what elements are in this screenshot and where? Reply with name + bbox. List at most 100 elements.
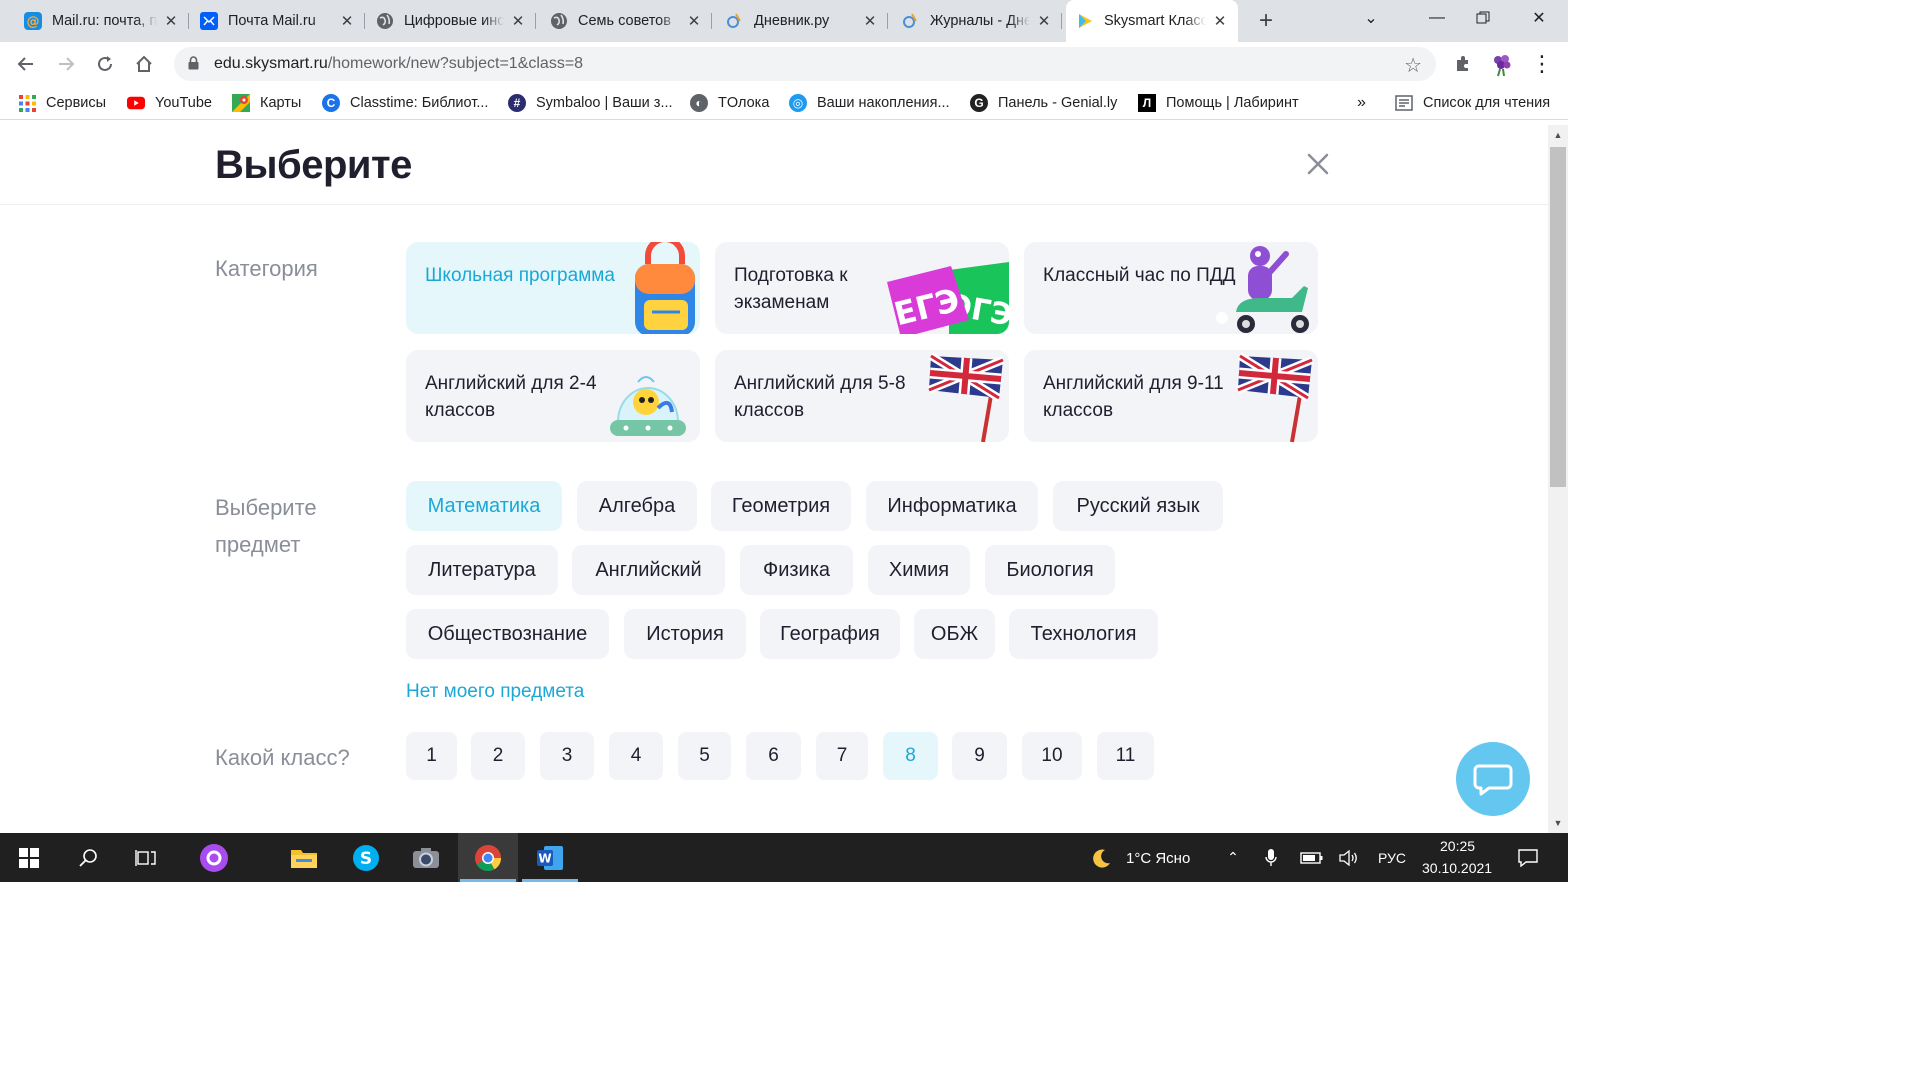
bookmark-toloka[interactable]: ◐ TОлока bbox=[690, 93, 769, 113]
reading-list-button[interactable]: Список для чтения bbox=[1395, 93, 1550, 113]
address-bar[interactable]: edu.skysmart.ru/homework/new?subject=1&c… bbox=[174, 47, 1436, 81]
reload-icon[interactable] bbox=[91, 50, 119, 78]
labirint-icon: Л bbox=[1138, 94, 1156, 112]
close-tab-icon[interactable]: ✕ bbox=[1036, 12, 1052, 30]
language-indicator[interactable]: РУС bbox=[1378, 850, 1406, 866]
page-scrollbar[interactable]: ▲ ▼ bbox=[1548, 125, 1568, 833]
browser-menu-icon[interactable]: ⋮ bbox=[1528, 50, 1556, 78]
word-taskbar-icon[interactable]: W bbox=[520, 833, 580, 882]
search-icon[interactable] bbox=[58, 833, 118, 882]
browser-tab[interactable]: Журналы - Дневник ✕ bbox=[892, 5, 1062, 37]
subject-chip-physics[interactable]: Физика bbox=[740, 545, 853, 595]
close-tab-icon[interactable]: ✕ bbox=[862, 12, 878, 30]
grade-button-8[interactable]: 8 bbox=[883, 732, 938, 780]
clock-time[interactable]: 20:25 bbox=[1440, 838, 1475, 854]
alice-assistant-icon[interactable] bbox=[184, 833, 244, 882]
file-explorer-icon[interactable] bbox=[274, 833, 334, 882]
grade-button-4[interactable]: 4 bbox=[609, 732, 663, 780]
subject-chip-social-studies[interactable]: Обществознание bbox=[406, 609, 609, 659]
grade-button-1[interactable]: 1 bbox=[406, 732, 457, 780]
grade-button-10[interactable]: 10 bbox=[1022, 732, 1082, 780]
grade-button-7[interactable]: 7 bbox=[816, 732, 868, 780]
clock-date[interactable]: 30.10.2021 bbox=[1422, 860, 1492, 876]
close-window-button[interactable]: ✕ bbox=[1516, 0, 1562, 36]
skype-icon[interactable]: S bbox=[336, 833, 396, 882]
battery-icon[interactable] bbox=[1296, 833, 1328, 882]
scroll-down-arrow-icon[interactable]: ▼ bbox=[1548, 815, 1568, 831]
grade-button-3[interactable]: 3 bbox=[540, 732, 594, 780]
browser-tab[interactable]: @ Mail.ru: почта, поиск ✕ bbox=[14, 5, 189, 37]
volume-icon[interactable] bbox=[1334, 833, 1364, 882]
grade-button-11[interactable]: 11 bbox=[1097, 732, 1154, 780]
grade-button-2[interactable]: 2 bbox=[471, 732, 525, 780]
bookmark-star-icon[interactable]: ☆ bbox=[1404, 53, 1422, 78]
bookmark-apps[interactable]: Сервисы bbox=[18, 93, 106, 113]
subject-chip-geography[interactable]: География bbox=[760, 609, 900, 659]
close-icon[interactable] bbox=[1303, 149, 1333, 179]
home-icon[interactable] bbox=[130, 50, 158, 78]
category-card-english-5-8[interactable]: Английский для 5-8 классов bbox=[715, 350, 1009, 442]
category-card-english-9-11[interactable]: Английский для 9-11 классов bbox=[1024, 350, 1318, 442]
microphone-icon[interactable] bbox=[1256, 833, 1286, 882]
lock-icon[interactable] bbox=[188, 55, 202, 73]
subject-chip-math[interactable]: Математика bbox=[406, 481, 562, 531]
bookmark-maps[interactable]: Карты bbox=[232, 93, 301, 113]
browser-tab-active[interactable]: Skysmart Класс ✕ bbox=[1066, 0, 1238, 42]
category-card-school[interactable]: Школьная программа bbox=[406, 242, 700, 334]
grade-button-5[interactable]: 5 bbox=[678, 732, 731, 780]
browser-tab[interactable]: Дневник.ру ✕ bbox=[716, 5, 888, 37]
subject-chip-chemistry[interactable]: Химия bbox=[868, 545, 970, 595]
subject-chip-biology[interactable]: Биология bbox=[985, 545, 1115, 595]
grade-button-9[interactable]: 9 bbox=[952, 732, 1007, 780]
bookmark-youtube[interactable]: YouTube bbox=[127, 93, 212, 113]
scrollbar-thumb[interactable] bbox=[1550, 147, 1566, 487]
subject-chip-literature[interactable]: Литература bbox=[406, 545, 558, 595]
back-arrow-icon[interactable] bbox=[12, 50, 40, 78]
new-tab-button[interactable]: + bbox=[1252, 8, 1280, 36]
bookmarks-overflow-button[interactable]: » bbox=[1357, 93, 1366, 113]
profile-avatar[interactable] bbox=[1488, 50, 1516, 78]
moon-weather-icon[interactable] bbox=[1086, 833, 1116, 882]
tab-search-icon[interactable]: ⌄ bbox=[1348, 0, 1394, 36]
close-tab-icon[interactable]: ✕ bbox=[1212, 12, 1228, 30]
subject-chip-obzh[interactable]: ОБЖ bbox=[914, 609, 995, 659]
bookmark-classtime[interactable]: C Classtime: Библиот... bbox=[322, 93, 488, 113]
subject-chip-algebra[interactable]: Алгебра bbox=[577, 481, 697, 531]
task-view-icon[interactable] bbox=[116, 833, 176, 882]
no-subject-link[interactable]: Нет моего предмета bbox=[406, 681, 584, 703]
chrome-taskbar-icon[interactable] bbox=[458, 833, 518, 882]
close-tab-icon[interactable]: ✕ bbox=[339, 12, 355, 30]
subject-chip-english[interactable]: Английский bbox=[572, 545, 725, 595]
close-tab-icon[interactable]: ✕ bbox=[510, 12, 526, 30]
backpack-icon bbox=[635, 242, 695, 334]
notifications-icon[interactable] bbox=[1508, 833, 1548, 882]
weather-text[interactable]: 1°C Ясно bbox=[1126, 850, 1190, 867]
restore-button[interactable] bbox=[1460, 0, 1506, 36]
bookmark-genially[interactable]: G Панель - Genial.ly bbox=[970, 93, 1117, 113]
category-card-english-2-4[interactable]: Английский для 2-4 классов bbox=[406, 350, 700, 442]
subject-chip-history[interactable]: История bbox=[624, 609, 746, 659]
browser-tab[interactable]: Семь советов ✕ bbox=[540, 5, 712, 37]
browser-tab[interactable]: Цифровые инструменты ✕ bbox=[366, 5, 536, 37]
bookmark-symbaloo[interactable]: # Symbaloo | Ваши з... bbox=[508, 93, 673, 113]
extensions-puzzle-icon[interactable] bbox=[1449, 50, 1477, 78]
bookmark-savings[interactable]: ◎ Ваши накопления... bbox=[789, 93, 950, 113]
subject-chip-russian[interactable]: Русский язык bbox=[1053, 481, 1223, 531]
subject-chip-geometry[interactable]: Геометрия bbox=[711, 481, 851, 531]
chevron-up-icon[interactable]: ⌃ bbox=[1218, 833, 1248, 882]
scroll-up-arrow-icon[interactable]: ▲ bbox=[1548, 127, 1568, 143]
category-card-exams[interactable]: Подготовка к экзаменам ОГЭ ЕГЭ bbox=[715, 242, 1009, 334]
windows-start-icon[interactable] bbox=[0, 833, 58, 882]
forward-arrow-icon[interactable] bbox=[52, 50, 80, 78]
subject-chip-technology[interactable]: Технология bbox=[1009, 609, 1158, 659]
browser-tab[interactable]: Почта Mail.ru ✕ bbox=[190, 5, 365, 37]
chat-support-button[interactable] bbox=[1456, 742, 1530, 816]
close-tab-icon[interactable]: ✕ bbox=[163, 12, 179, 30]
close-tab-icon[interactable]: ✕ bbox=[686, 12, 702, 30]
minimize-button[interactable]: — bbox=[1414, 0, 1460, 36]
grade-button-6[interactable]: 6 bbox=[746, 732, 801, 780]
category-card-traffic-rules[interactable]: Классный час по ПДД bbox=[1024, 242, 1318, 334]
subject-chip-informatics[interactable]: Информатика bbox=[866, 481, 1038, 531]
bookmark-labirint[interactable]: Л Помощь | Лабиринт bbox=[1138, 93, 1299, 113]
camera-icon[interactable] bbox=[396, 833, 456, 882]
